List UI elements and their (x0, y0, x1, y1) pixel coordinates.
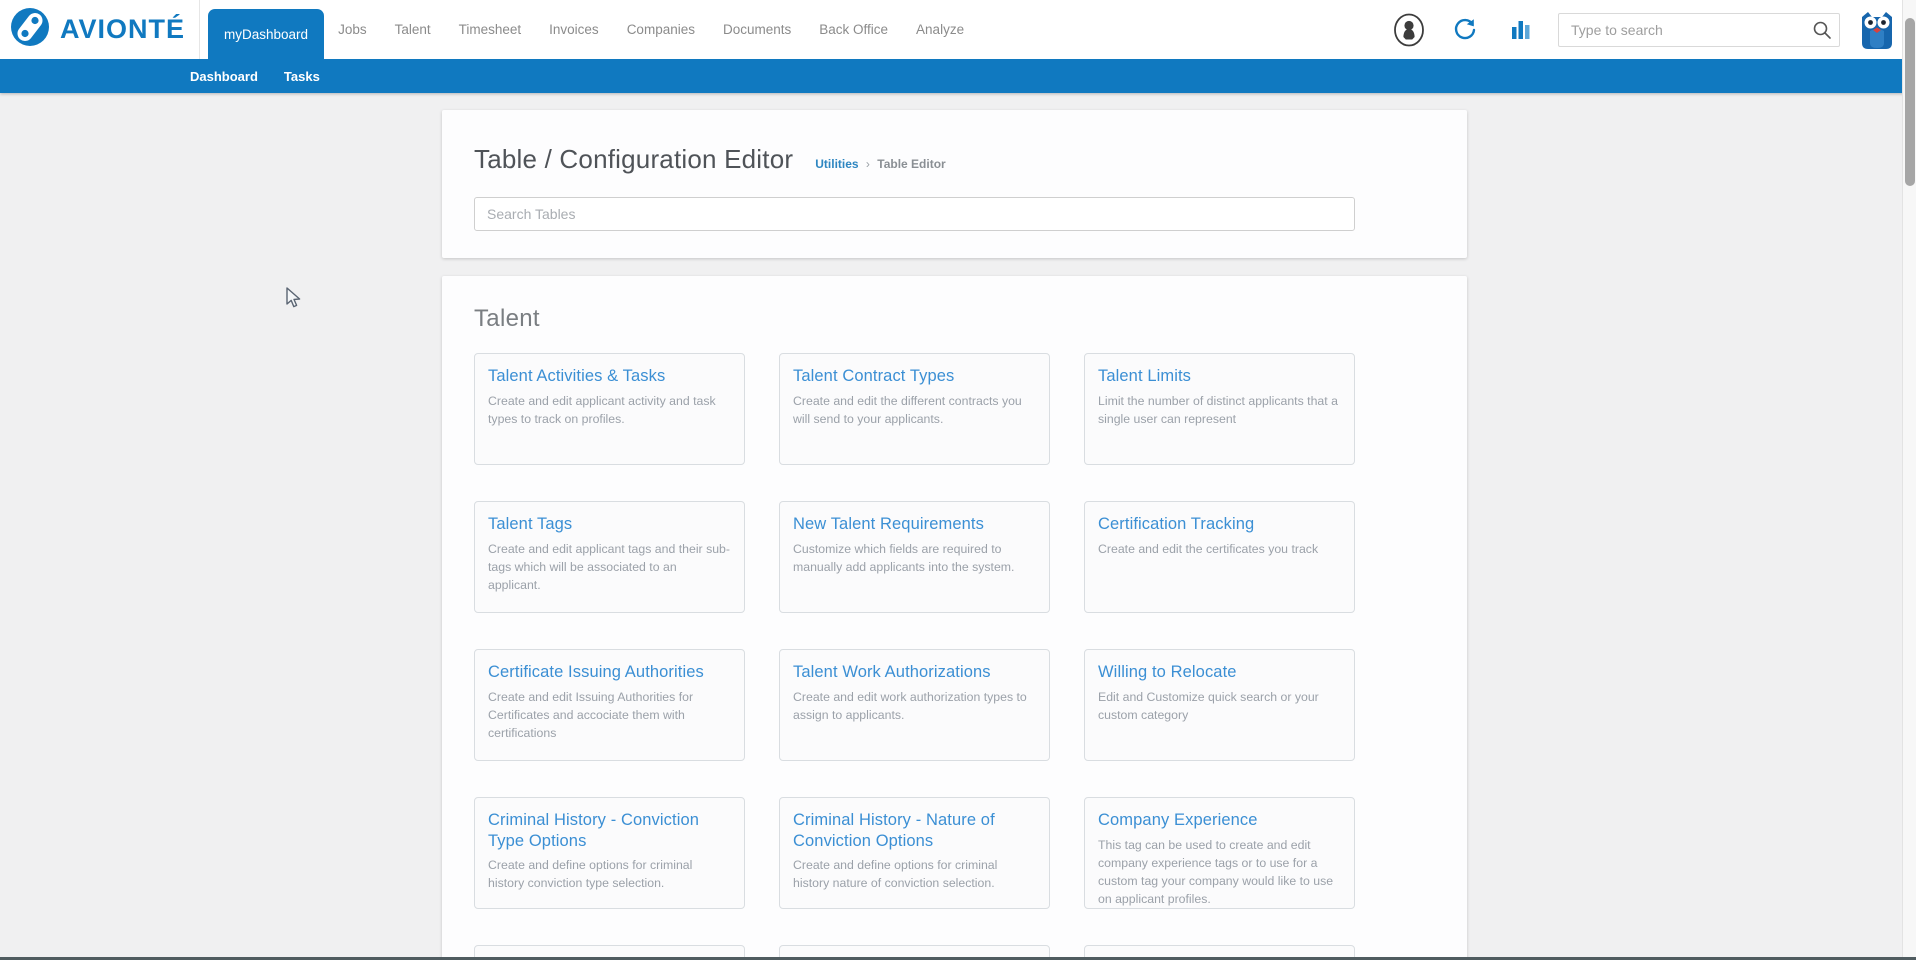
brand-name: AVIONTÉ (60, 14, 186, 44)
nav-item-timesheet[interactable]: Timesheet (445, 0, 536, 59)
cards-grid: Talent Activities & Tasks Create and edi… (474, 353, 1355, 960)
card-description: Limit the number of distinct applicants … (1098, 393, 1338, 426)
mouse-cursor-icon (283, 286, 305, 315)
top-navbar: AVIONTÉ myDashboard Jobs Talent Timesheet In… (0, 0, 1916, 59)
card-description: Create and define options for criminal h… (793, 858, 998, 891)
card-description: This tag can be used to create and edit … (1098, 837, 1334, 907)
nav-item-back-office[interactable]: Back Office (805, 0, 902, 59)
card-title: Certificate Issuing Authorities (488, 663, 704, 681)
divider (199, 0, 201, 59)
card-title: Willing to Relocate (1098, 663, 1237, 681)
section-title: Talent (474, 305, 540, 332)
owl-icon[interactable] (1858, 11, 1896, 49)
card-title: Criminal History - Conviction Type Optio… (488, 811, 700, 850)
nav-item-analyze[interactable]: Analyze (902, 0, 978, 59)
breadcrumb-separator: › (865, 157, 870, 171)
card-description: Create and edit applicant tags and their… (488, 541, 730, 592)
talent-panel: Talent Talent Activities & Tasks Create … (442, 276, 1467, 960)
global-search-input[interactable] (1558, 12, 1840, 47)
table-card-talent-activities-tasks[interactable]: Talent Activities & Tasks Create and edi… (474, 353, 745, 465)
card-description: Customize which fields are required to m… (793, 541, 1015, 574)
breadcrumb-link-utilities[interactable]: Utilities (815, 157, 858, 171)
breadcrumb: Utilities › Table Editor (815, 157, 945, 171)
brand[interactable]: AVIONTÉ (0, 0, 199, 59)
card-title: Criminal History - Nature of Conviction … (793, 811, 995, 850)
nav-item-mydashboard[interactable]: myDashboard (208, 9, 325, 59)
table-card-talent-tags[interactable]: Talent Tags Create and edit applicant ta… (474, 501, 745, 613)
app-window: AVIONTÉ myDashboard Jobs Talent Timesheet In… (0, 0, 1916, 960)
card-description: Create and edit the certificates you tra… (1098, 541, 1319, 556)
card-title: Certification Tracking (1098, 515, 1255, 533)
table-card-talent-contract-types[interactable]: Talent Contract Types Create and edit th… (779, 353, 1050, 465)
table-card-certificate-issuing-authorities[interactable]: Certificate Issuing Authorities Create a… (474, 649, 745, 761)
primary-nav: myDashboard Jobs Talent Timesheet Invoices Co… (208, 0, 978, 59)
nav-item-jobs[interactable]: Jobs (324, 0, 381, 59)
nav-item-invoices[interactable]: Invoices (535, 0, 613, 59)
table-search-input[interactable] (474, 197, 1355, 231)
global-search (1558, 12, 1840, 47)
scrollbar-thumb[interactable] (1905, 18, 1915, 186)
table-card-new-talent-requirements[interactable]: New Talent Requirements Customize which … (779, 501, 1050, 613)
subnav-item-tasks[interactable]: Tasks (284, 69, 320, 84)
sub-navbar: Dashboard Tasks (0, 59, 1916, 93)
refresh-icon[interactable] (1446, 11, 1484, 49)
card-description: Create and define options for criminal h… (488, 858, 693, 891)
bar-chart-icon[interactable] (1502, 11, 1540, 49)
card-description: Create and edit work authorization types… (793, 689, 1027, 722)
title-row: Table / Configuration Editor Utilities ›… (474, 144, 1467, 175)
table-card-talent-work-authorizations[interactable]: Talent Work Authorizations Create and ed… (779, 649, 1050, 761)
card-title: Talent Tags (488, 515, 573, 533)
table-card-criminal-history-conviction-type-options[interactable]: Criminal History - Conviction Type Optio… (474, 797, 745, 909)
card-title: Talent Limits (1098, 367, 1192, 385)
page-title: Table / Configuration Editor (474, 144, 794, 174)
card-description: Create and edit the different contracts … (793, 393, 1022, 426)
table-card-certification-tracking[interactable]: Certification Tracking Create and edit t… (1084, 501, 1355, 613)
card-title: Talent Contract Types (793, 367, 955, 385)
table-card-company-experience[interactable]: Company Experience This tag can be used … (1084, 797, 1355, 909)
card-title: Talent Work Authorizations (793, 663, 991, 681)
card-description: Edit and Customize quick search or your … (1098, 689, 1319, 722)
avionte-logo-icon (10, 7, 50, 52)
search-icon[interactable] (1812, 20, 1832, 45)
subnav-item-dashboard[interactable]: Dashboard (190, 69, 258, 84)
breadcrumb-current: Table Editor (877, 157, 946, 171)
card-title: Talent Activities & Tasks (488, 367, 666, 385)
vertical-scrollbar[interactable] (1902, 0, 1916, 960)
card-title: New Talent Requirements (793, 515, 984, 533)
table-search (474, 197, 1467, 231)
card-description: Create and edit Issuing Authorities for … (488, 689, 694, 740)
topbar-right (1390, 11, 1916, 49)
table-card-criminal-history-nature-of-conviction-options[interactable]: Criminal History - Nature of Conviction … (779, 797, 1050, 909)
nav-item-companies[interactable]: Companies (613, 0, 709, 59)
card-description: Create and edit applicant activity and t… (488, 393, 716, 426)
nav-item-talent[interactable]: Talent (381, 0, 445, 59)
nav-item-documents[interactable]: Documents (709, 0, 805, 59)
card-title: Company Experience (1098, 811, 1258, 829)
table-card-talent-limits[interactable]: Talent Limits Limit the number of distin… (1084, 353, 1355, 465)
table-card-willing-to-relocate[interactable]: Willing to Relocate Edit and Customize q… (1084, 649, 1355, 761)
header-panel: Table / Configuration Editor Utilities ›… (442, 110, 1467, 258)
user-avatar-icon[interactable] (1390, 11, 1428, 49)
